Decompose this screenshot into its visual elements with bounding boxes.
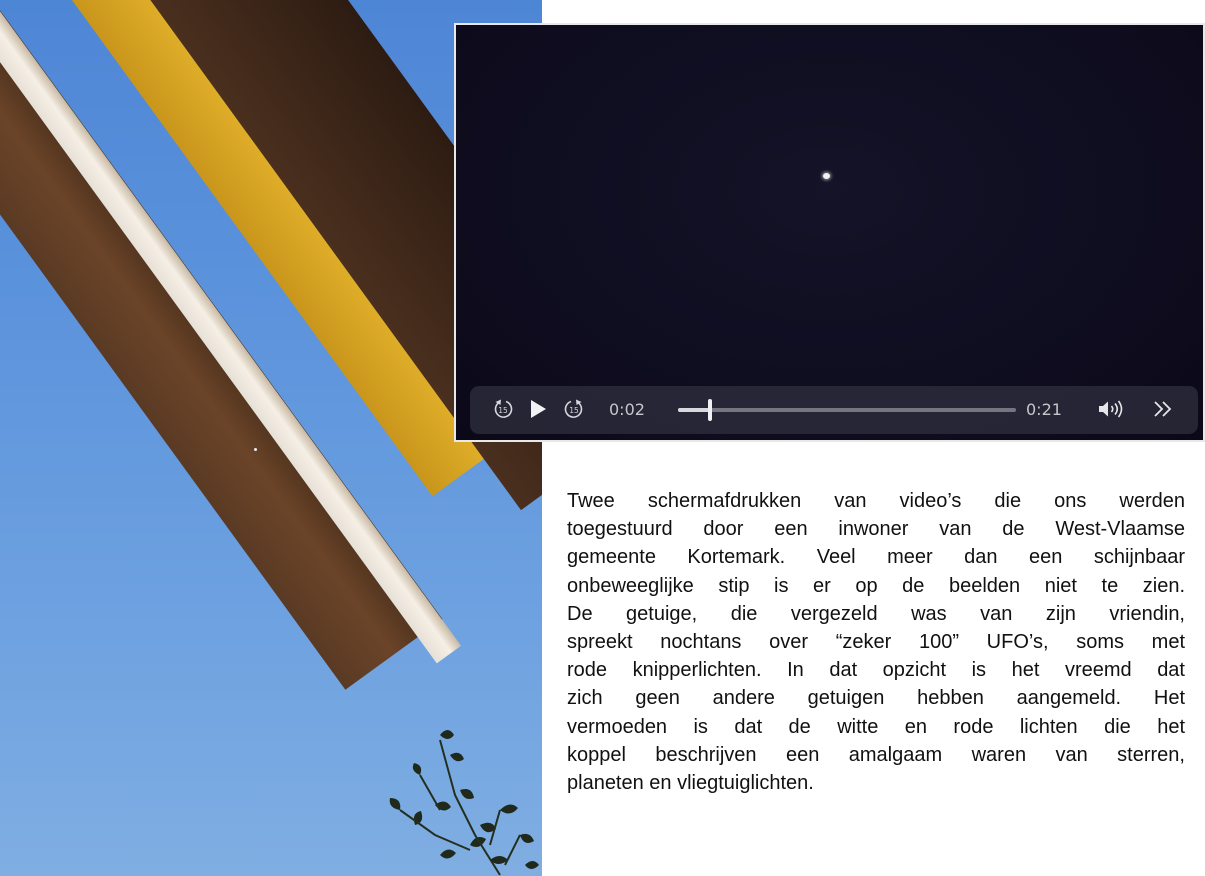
caption-line: vermoeden is dat de witte en rode lichte… — [567, 715, 1185, 738]
progress-thumb[interactable] — [708, 399, 713, 421]
video-player[interactable]: 15 15 0:02 0:21 — [454, 23, 1205, 442]
player-controls: 15 15 0:02 0:21 — [470, 386, 1198, 434]
progress-bar[interactable] — [678, 399, 1016, 421]
caption-line: spreekt nochtans over “zeker 100” UFO’s,… — [567, 631, 1185, 654]
caption-line: zich geen andere getuigen hebben aangeme… — [567, 687, 1185, 710]
volume-icon[interactable] — [1097, 398, 1127, 420]
caption-line: toegestuurd door een inwoner van de West… — [567, 518, 1185, 541]
forward-15-icon[interactable]: 15 — [563, 398, 585, 420]
caption-line: Twee schermafdrukken van video’s die ons… — [567, 490, 1185, 512]
forward-label: 15 — [569, 406, 579, 415]
rewind-label: 15 — [498, 406, 508, 415]
caption-line: koppel beschrijven een amalgaam waren va… — [567, 743, 1185, 766]
light-point — [823, 173, 830, 179]
caption-line: De getuige, die vergezeld was van zijn v… — [567, 602, 1185, 625]
caption-line: onbeweeglijke stip is er op de beelden n… — [567, 574, 1185, 597]
caption-line: gemeente Kortemark. Veel meer dan een sc… — [567, 546, 1185, 569]
caption-line: planeten en vliegtuiglichten. — [567, 772, 814, 795]
light-point — [254, 448, 257, 451]
rewind-15-icon[interactable]: 15 — [492, 398, 514, 420]
play-icon[interactable] — [528, 399, 548, 419]
foliage — [389, 730, 539, 876]
caption-text: Twee schermafdrukken van video’s die ons… — [567, 487, 1185, 797]
current-time: 0:02 — [609, 400, 645, 419]
duration: 0:21 — [1026, 400, 1062, 419]
progress-fill — [678, 408, 711, 412]
chevron-double-right-icon[interactable] — [1152, 398, 1174, 420]
caption-line: rode knipperlichten. In dat opzicht is h… — [567, 659, 1185, 682]
